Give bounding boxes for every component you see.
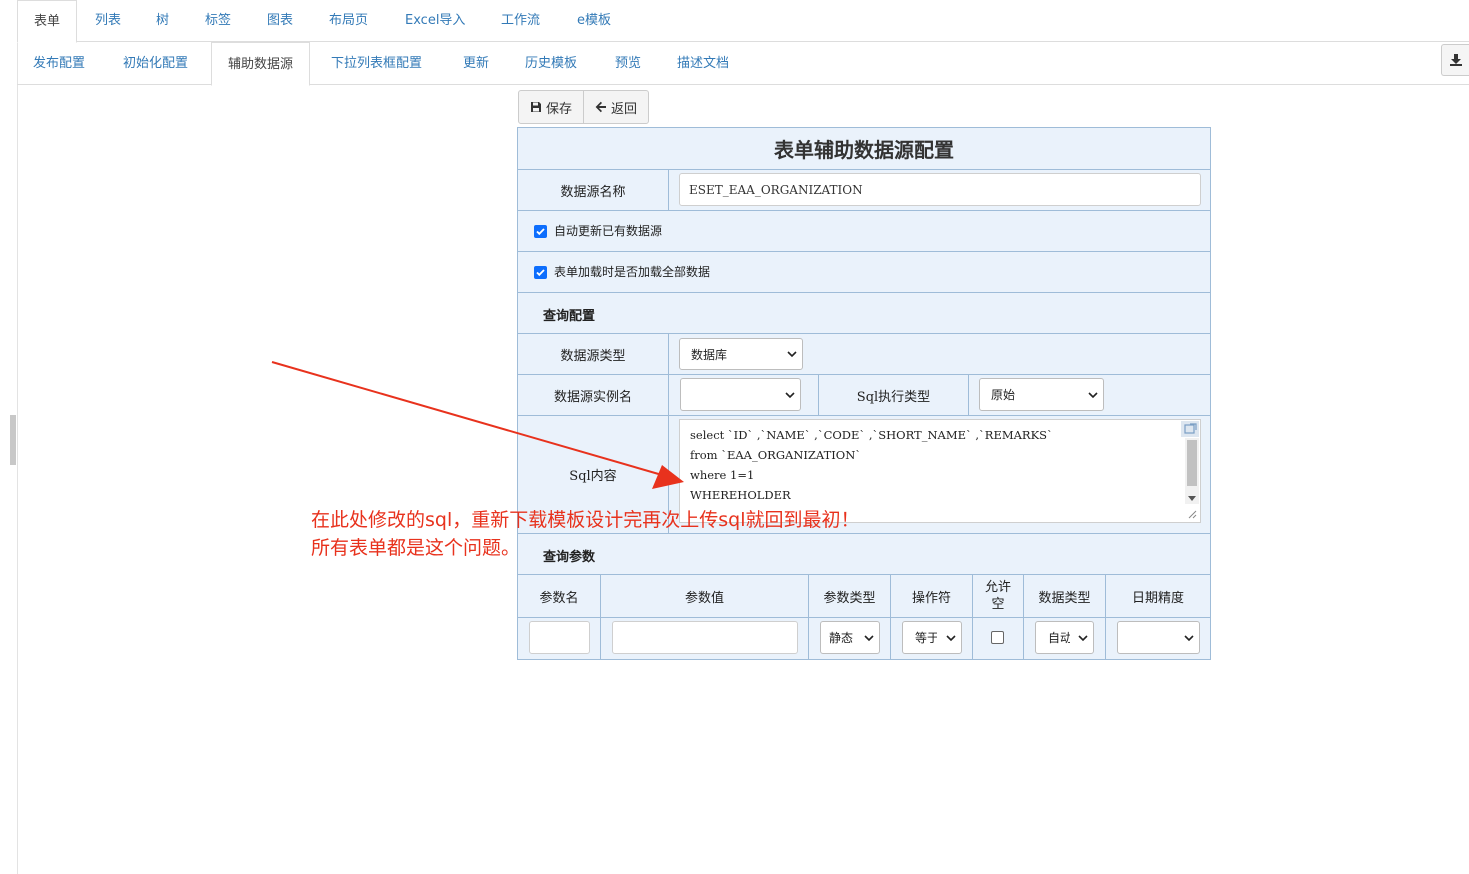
chevron-down-icon	[787, 351, 797, 358]
param-header-date-precision: 日期精度	[1131, 590, 1184, 606]
download-icon	[1450, 54, 1462, 66]
checkmark-icon	[536, 228, 545, 236]
save-label: 保存	[546, 101, 573, 117]
tab-e-template[interactable]: e模板	[561, 0, 627, 42]
tab-publish-config[interactable]: 发布配置	[17, 42, 101, 85]
data-type-value: 自动	[1048, 631, 1070, 645]
ds-name-label: 数据源名称	[518, 170, 669, 210]
tab-description-doc[interactable]: 描述文档	[661, 42, 745, 85]
param-type-select[interactable]: 静态	[820, 621, 880, 654]
param-header-nullable: 允许空	[973, 575, 1024, 617]
resize-handle-icon[interactable]	[1188, 510, 1197, 519]
aux-datasource-form: 表单辅助数据源配置 数据源名称 查询配置 数据源类型 数据源实例名 Sql执行类…	[517, 127, 1211, 660]
tab-update[interactable]: 更新	[447, 42, 505, 85]
download-button[interactable]	[1441, 44, 1469, 76]
sql-line: WHEREHOLDER	[690, 488, 791, 502]
scroll-down-icon[interactable]	[1188, 496, 1196, 502]
tab-workflow[interactable]: 工作流	[485, 0, 556, 42]
load-all-label: 表单加载时是否加载全部数据	[554, 265, 711, 279]
param-header-data-type: 数据类型	[1024, 575, 1106, 617]
ds-type-value: 数据库	[691, 347, 728, 362]
chevron-down-icon	[1088, 391, 1098, 398]
date-precision-select[interactable]	[1117, 621, 1200, 654]
annotation-line-2: 所有表单都是这个问题。	[311, 537, 521, 559]
load-all-checkbox[interactable]	[534, 266, 547, 279]
left-scrollbar-handle[interactable]	[10, 415, 16, 465]
sql-scrollbar[interactable]	[1185, 438, 1199, 504]
sql-exec-type-label: Sql执行类型	[819, 375, 969, 415]
nullable-checkbox[interactable]	[991, 631, 1004, 644]
sql-line: where 1=1	[690, 468, 755, 482]
save-button[interactable]: 保存	[518, 90, 585, 124]
ds-instance-select[interactable]	[680, 378, 801, 411]
tab-excel-import[interactable]: Excel导入	[389, 0, 481, 42]
param-header-row: 参数名 参数值 参数类型 操作符 允许空 数据类型 日期精度	[518, 575, 1210, 618]
query-config-row: 查询配置	[518, 293, 1210, 334]
form-title-row: 表单辅助数据源配置	[518, 128, 1210, 170]
ds-instance-label: 数据源实例名	[518, 375, 669, 415]
checkmark-icon	[536, 269, 545, 277]
ds-type-select[interactable]: 数据库	[679, 338, 803, 370]
ds-instance-row: 数据源实例名 Sql执行类型	[518, 375, 1210, 416]
sub-tab-bar: 发布配置 初始化配置 辅助数据源 下拉列表框配置 更新 历史模板 预览 描述文档	[17, 42, 1469, 86]
param-header-value: 参数值	[601, 575, 809, 617]
annotation-text: 在此处修改的sql，重新下载模板设计完再次上传sql就回到最初！ 所有表单都是这…	[311, 506, 859, 562]
chevron-down-icon	[946, 634, 956, 641]
ds-name-input[interactable]: ESET_EAA_ORGANIZATION	[679, 173, 1201, 206]
param-type-value: 静态	[829, 631, 854, 645]
tab-aux-datasource[interactable]: 辅助数据源	[211, 42, 311, 86]
tab-history-template[interactable]: 历史模板	[509, 42, 593, 85]
top-tab-bar: 表单 列表 树 标签 图表 布局页 Excel导入 工作流 e模板	[17, 0, 1469, 43]
arrow-left-icon	[595, 101, 607, 113]
chevron-down-icon	[1184, 634, 1194, 641]
ds-type-label: 数据源类型	[518, 334, 669, 374]
expand-icon[interactable]	[1181, 421, 1199, 437]
tab-chart[interactable]: 图表	[251, 0, 309, 42]
tab-preview[interactable]: 预览	[599, 42, 657, 85]
back-label: 返回	[611, 101, 638, 117]
param-name-input[interactable]	[529, 621, 590, 654]
tab-form[interactable]: 表单	[17, 0, 78, 43]
chevron-down-icon	[785, 391, 795, 398]
ds-type-row: 数据源类型	[518, 334, 1210, 375]
param-header-name: 参数名	[518, 575, 601, 617]
auto-update-checkbox[interactable]	[534, 225, 547, 238]
data-type-select[interactable]: 自动	[1035, 621, 1094, 654]
auto-update-label: 自动更新已有数据源	[554, 224, 663, 238]
chevron-down-icon	[1078, 634, 1088, 641]
tab-layout-page[interactable]: 布局页	[313, 0, 384, 42]
form-toolbar: 保存 返回	[518, 90, 650, 124]
tab-label[interactable]: 标签	[189, 0, 247, 42]
sql-exec-type-value: 原始	[991, 388, 1016, 402]
param-header-operator: 操作符	[891, 575, 973, 617]
form-title: 表单辅助数据源配置	[774, 138, 954, 162]
tab-init-config[interactable]: 初始化配置	[107, 42, 204, 85]
operator-value: 等于	[915, 631, 937, 645]
sql-scrollbar-thumb[interactable]	[1187, 440, 1197, 486]
operator-select[interactable]: 等于	[902, 621, 962, 654]
query-config-heading: 查询配置	[543, 309, 596, 324]
param-value-input[interactable]	[612, 621, 798, 654]
sql-line: select `ID` ,`NAME` ,`CODE` ,`SHORT_NAME…	[690, 428, 1053, 442]
annotation-line-1: 在此处修改的sql，重新下载模板设计完再次上传sql就回到最初！	[311, 509, 860, 531]
sql-line: from `EAA_ORGANIZATION`	[690, 448, 862, 462]
back-button[interactable]: 返回	[583, 90, 650, 124]
param-header-type: 参数类型	[809, 575, 891, 617]
tab-tree[interactable]: 树	[140, 0, 185, 42]
chevron-down-icon	[864, 634, 874, 641]
tab-dropdown-config[interactable]: 下拉列表框配置	[315, 42, 438, 85]
floppy-disk-icon	[531, 102, 541, 112]
sql-exec-type-select[interactable]: 原始	[979, 378, 1104, 411]
tab-list[interactable]: 列表	[79, 0, 137, 42]
